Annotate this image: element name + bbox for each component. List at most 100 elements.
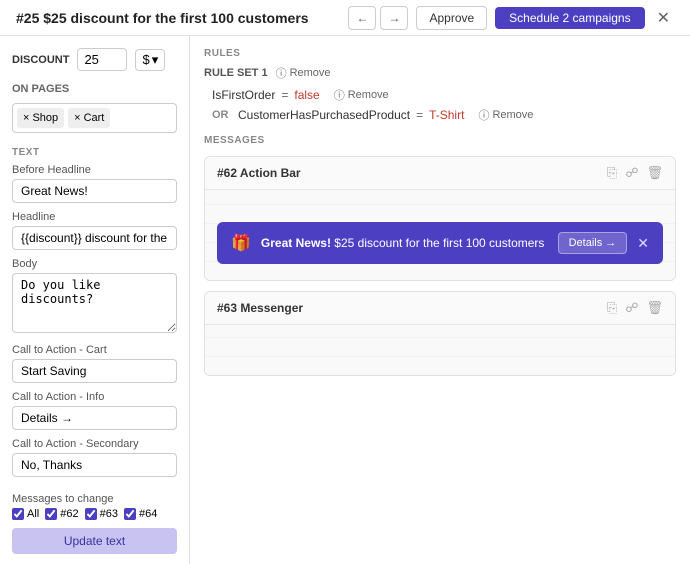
message-card-63: #63 Messenger ⎘ ☍ 🗑 <box>204 291 676 376</box>
notification-bar: 🎁 Great News! $25 discount for the first… <box>217 222 663 264</box>
nav-controls: ← → <box>348 6 408 30</box>
remove-rule-set-link[interactable]: ⓘ Remove <box>276 65 331 81</box>
remove-rule1-icon: ⓘ <box>334 87 345 103</box>
headline-input[interactable] <box>12 226 177 250</box>
messages-section-label: MESSAGES <box>204 135 676 146</box>
rule2-op: = <box>416 108 423 122</box>
checkbox-64-input[interactable] <box>124 508 136 520</box>
message-card-62-header: #62 Action Bar ⎘ ☍ 🗑 <box>205 157 675 190</box>
remove-rule2-icon: ⓘ <box>478 107 489 123</box>
notification-details-button[interactable]: Details → <box>558 232 628 254</box>
rule-row-1: IsFirstOrder = false ⓘ Remove <box>204 87 676 103</box>
messages-to-change: Messages to change All #62 #63 <box>12 493 177 520</box>
approve-button[interactable]: Approve <box>416 6 487 30</box>
checkbox-64-label: #64 <box>139 508 157 520</box>
discount-row: DISCOUNT $ ▾ <box>12 48 177 71</box>
device-icon[interactable]: ☍ <box>625 165 638 181</box>
cta-secondary-label: Call to Action - Secondary <box>12 438 177 450</box>
preview-bg-2 <box>205 325 675 375</box>
rule-row-2: OR CustomerHasPurchasedProduct = T-Shirt… <box>204 107 676 123</box>
rule-set-label: RULE SET 1 <box>204 67 268 79</box>
rule2-prefix: OR <box>212 109 232 121</box>
checkbox-64[interactable]: #64 <box>124 508 157 520</box>
message-card-63-preview <box>205 325 675 375</box>
modal-body: DISCOUNT $ ▾ ON PAGES × Shop <box>0 36 690 564</box>
tag-x-icon[interactable]: × <box>23 112 29 124</box>
remove-rule2-label: Remove <box>492 109 533 121</box>
remove-rule1-link[interactable]: ⓘ Remove <box>334 87 389 103</box>
notification-bar-container: 🎁 Great News! $25 discount for the first… <box>205 222 675 264</box>
rules-section-label: RULES <box>204 48 676 59</box>
rule1-val: false <box>294 88 319 102</box>
rule2-val: T-Shirt <box>429 108 464 122</box>
checkbox-all-label: All <box>27 508 39 520</box>
checkbox-all[interactable]: All <box>12 508 39 520</box>
close-button[interactable]: ✕ <box>653 6 674 30</box>
cta-secondary-input[interactable] <box>12 453 177 477</box>
tag-x-icon[interactable]: × <box>74 112 80 124</box>
checkbox-63[interactable]: #63 <box>85 508 118 520</box>
message-card-62-title: #62 Action Bar <box>217 166 301 180</box>
nav-next-button[interactable]: → <box>380 6 408 30</box>
tags-container[interactable]: × Shop × Cart <box>12 103 177 133</box>
checkbox-all-input[interactable] <box>12 508 24 520</box>
remove-rule2-link[interactable]: ⓘ Remove <box>478 107 533 123</box>
left-panel: DISCOUNT $ ▾ ON PAGES × Shop <box>0 36 190 564</box>
checkbox-62-label: #62 <box>60 508 78 520</box>
cta-cart-label: Call to Action - Cart <box>12 344 177 356</box>
currency-value: $ <box>142 52 149 67</box>
message-card-62: #62 Action Bar ⎘ ☍ 🗑 🎁 <box>204 156 676 281</box>
on-pages-label: ON PAGES <box>12 83 69 95</box>
nav-prev-button[interactable]: ← <box>348 6 376 30</box>
discount-input[interactable] <box>77 48 127 71</box>
page-title: #25 $25 discount for the first 100 custo… <box>16 10 340 26</box>
notification-close-button[interactable]: ✕ <box>637 235 649 252</box>
remove-rule-set-label: Remove <box>290 67 331 79</box>
tag-cart: × Cart <box>68 108 110 128</box>
rule1-key: IsFirstOrder <box>212 88 275 102</box>
before-headline-input[interactable] <box>12 179 177 203</box>
tag-label: Cart <box>84 112 105 124</box>
headline-label: Headline <box>12 211 177 223</box>
currency-selector[interactable]: $ ▾ <box>135 49 165 71</box>
chevron-down-icon: ▾ <box>152 52 159 68</box>
trash-icon-2[interactable]: 🗑 <box>646 300 663 316</box>
notification-text: Great News! $25 discount for the first 1… <box>261 236 548 250</box>
modal: #25 $25 discount for the first 100 custo… <box>0 0 690 564</box>
cta-cart-input[interactable] <box>12 359 177 383</box>
checkbox-row: All #62 #63 #64 <box>12 508 177 520</box>
notification-bold-text: Great News! <box>261 236 331 250</box>
checkbox-62[interactable]: #62 <box>45 508 78 520</box>
checkbox-63-label: #63 <box>100 508 118 520</box>
rule2-key: CustomerHasPurchasedProduct <box>238 108 410 122</box>
chat-icon-2[interactable]: ⎘ <box>607 300 617 316</box>
trash-icon[interactable]: 🗑 <box>646 165 663 181</box>
schedule-button[interactable]: Schedule 2 campaigns <box>495 7 644 29</box>
before-headline-label: Before Headline <box>12 164 177 176</box>
chat-icon[interactable]: ⎘ <box>607 165 617 181</box>
tag-shop: × Shop <box>17 108 64 128</box>
messages-label: Messages to change <box>12 493 177 505</box>
card-63-icons: ⎘ ☍ 🗑 <box>607 300 663 316</box>
text-section-label: TEXT <box>12 147 177 158</box>
body-label: Body <box>12 258 177 270</box>
cta-info-input[interactable] <box>12 406 177 430</box>
message-card-63-title: #63 Messenger <box>217 301 303 315</box>
device-icon-2[interactable]: ☍ <box>625 300 638 316</box>
checkbox-63-input[interactable] <box>85 508 97 520</box>
update-text-button[interactable]: Update text <box>12 528 177 554</box>
card-62-icons: ⎘ ☍ 🗑 <box>607 165 663 181</box>
rule1-op: = <box>281 88 288 102</box>
remove-rule1-label: Remove <box>348 89 389 101</box>
body-textarea[interactable]: Do you like discounts? <box>12 273 177 333</box>
checkbox-62-input[interactable] <box>45 508 57 520</box>
notification-icon: 🎁 <box>231 233 251 253</box>
cta-info-label: Call to Action - Info <box>12 391 177 403</box>
messages-section: MESSAGES #62 Action Bar ⎘ ☍ 🗑 <box>204 135 676 376</box>
notification-body-text: $25 discount for the first 100 customers <box>334 236 544 250</box>
discount-label: DISCOUNT <box>12 54 69 66</box>
rules-section: RULES RULE SET 1 ⓘ Remove IsFirstOrder =… <box>204 48 676 123</box>
right-panel: RULES RULE SET 1 ⓘ Remove IsFirstOrder =… <box>190 36 690 564</box>
message-card-63-header: #63 Messenger ⎘ ☍ 🗑 <box>205 292 675 325</box>
rule-set-header: RULE SET 1 ⓘ Remove <box>204 65 676 81</box>
